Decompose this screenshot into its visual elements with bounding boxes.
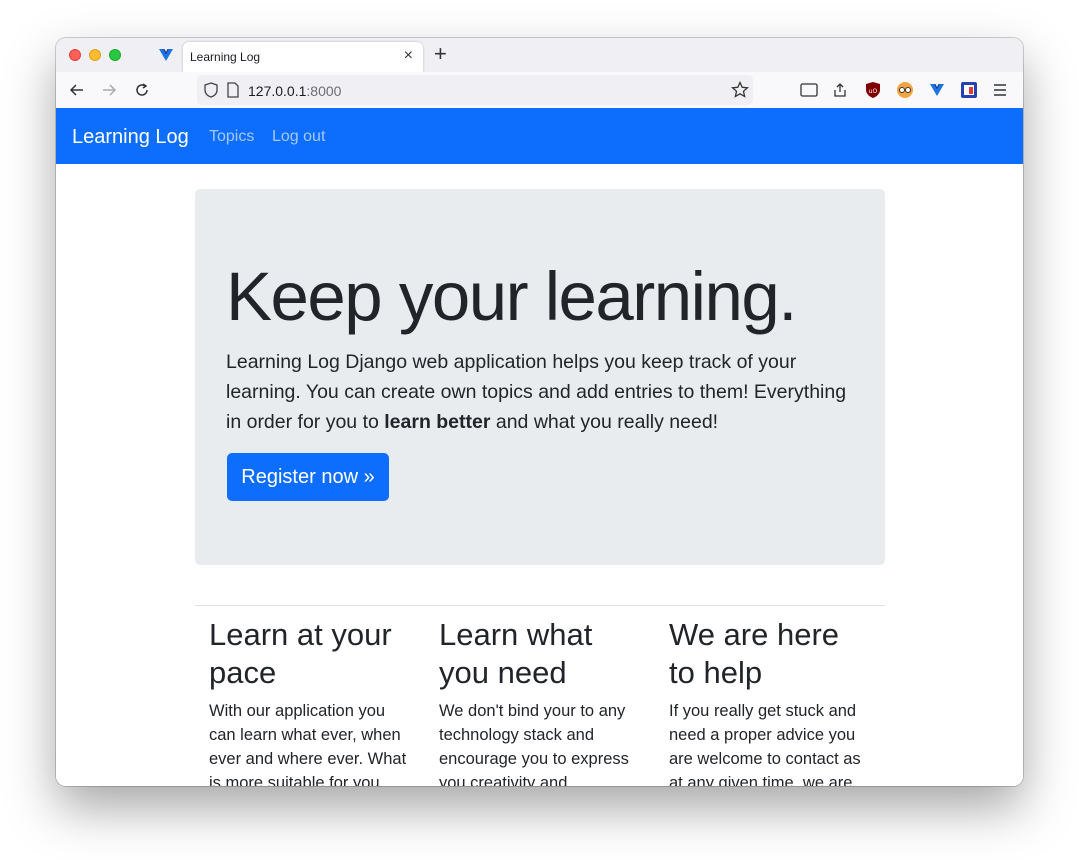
browser-window: Learning Log × + 127.0.0.1:8000 uO Learn… — [56, 38, 1023, 786]
reader-view-icon[interactable] — [799, 80, 819, 100]
reload-icon[interactable] — [132, 80, 152, 100]
hero-lead-bold: learn better — [384, 411, 491, 433]
feature-text: With our application you can learn what … — [209, 702, 407, 786]
hero-lead-text-end: and what you really need! — [490, 411, 719, 433]
shield-icon[interactable] — [204, 82, 218, 103]
back-arrow-icon[interactable] — [67, 80, 87, 100]
close-window-button[interactable] — [69, 49, 81, 61]
flag-extension-icon[interactable] — [959, 80, 979, 100]
glasses-extension-icon[interactable] — [895, 80, 915, 100]
menu-icon[interactable] — [990, 80, 1010, 100]
zoom-window-button[interactable] — [109, 49, 121, 61]
page-icon — [227, 82, 239, 103]
hero-title: Keep your learning. — [226, 258, 797, 335]
site-navbar: Learning Log Topics Log out — [56, 108, 1023, 164]
ublock-extension-icon[interactable]: uO — [863, 80, 883, 100]
star-icon[interactable] — [731, 80, 749, 104]
vue-extension-icon[interactable] — [927, 80, 947, 100]
url-bar[interactable]: 127.0.0.1:8000 — [197, 75, 753, 105]
browser-toolbar: 127.0.0.1:8000 uO — [56, 72, 1023, 109]
minimize-window-button[interactable] — [89, 49, 101, 61]
forward-arrow-icon[interactable] — [99, 80, 119, 100]
feature-title: Learn at your pace — [209, 617, 392, 690]
register-now-button[interactable]: Register now » — [227, 453, 389, 501]
url-port: :8000 — [306, 83, 342, 99]
feature-column: We are here to help If you really get st… — [669, 616, 869, 786]
url-text[interactable]: 127.0.0.1:8000 — [248, 83, 341, 99]
feature-text: If you really get stuck and need a prope… — [669, 702, 861, 786]
feature-text: We don't bind your to any technology sta… — [439, 702, 629, 786]
hero-lead: Learning Log Django web application help… — [226, 347, 862, 437]
url-host: 127.0.0.1 — [248, 83, 307, 99]
feature-title: We are here to help — [669, 617, 840, 690]
navbar-brand[interactable]: Learning Log — [72, 126, 189, 149]
tab-close-icon[interactable]: × — [404, 48, 413, 64]
nav-link-logout[interactable]: Log out — [272, 128, 325, 146]
section-divider — [195, 605, 885, 606]
vue-tab-icon[interactable] — [158, 47, 174, 68]
feature-title: Learn what you need — [439, 617, 593, 690]
page-content: Keep your learning. Learning Log Django … — [56, 164, 1023, 786]
share-icon[interactable] — [830, 80, 850, 100]
tab-title: Learning Log — [190, 50, 261, 64]
browser-tab-active[interactable]: Learning Log × — [183, 42, 423, 72]
hero-jumbotron: Keep your learning. Learning Log Django … — [195, 189, 885, 565]
new-tab-icon[interactable]: + — [434, 43, 447, 65]
feature-column: Learn what you need We don't bind your t… — [439, 616, 639, 786]
nav-link-topics[interactable]: Topics — [209, 128, 254, 146]
tab-strip: Learning Log × + — [56, 38, 1023, 72]
feature-column: Learn at your pace With our application … — [209, 616, 409, 786]
svg-text:uO: uO — [869, 88, 878, 95]
